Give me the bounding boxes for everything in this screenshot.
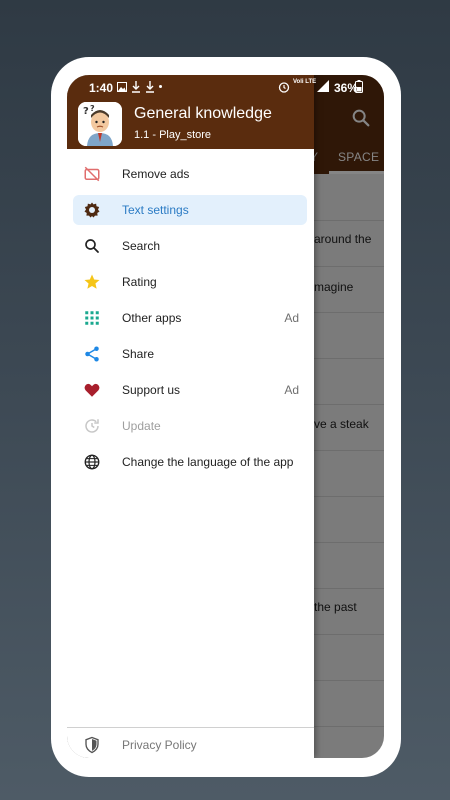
download-icon xyxy=(146,81,154,93)
menu-label: Remove ads xyxy=(122,167,190,181)
star-icon xyxy=(84,274,100,289)
grid-icon xyxy=(85,311,99,325)
app-title: General knowledge xyxy=(134,105,272,122)
menu-label: Change the language of the app xyxy=(122,455,294,469)
menu-item-rating[interactable]: Rating xyxy=(73,267,307,297)
menu-item-share[interactable]: Share xyxy=(73,339,307,369)
menu-label: Support us xyxy=(122,383,181,397)
navigation-drawer: ? ? General knowledge 1.1 - Play_store R… xyxy=(67,75,314,758)
gear-icon xyxy=(84,202,100,218)
menu-label: Search xyxy=(122,239,161,253)
image-icon xyxy=(117,82,127,92)
battery-icon xyxy=(355,80,363,93)
app-version: 1.1 - Play_store xyxy=(134,129,212,141)
no-ads-icon xyxy=(84,166,100,182)
alarm-icon xyxy=(278,82,290,93)
notification-dot xyxy=(159,85,162,88)
menu-label: Text settings xyxy=(122,203,189,217)
menu-item-other-apps[interactable]: Other apps Ad xyxy=(73,303,307,333)
menu-item-change-language[interactable]: Change the language of the app xyxy=(73,447,307,477)
menu-item-search[interactable]: Search xyxy=(73,231,307,261)
heart-icon xyxy=(84,383,100,397)
download-icon xyxy=(132,81,140,93)
menu-label: Share xyxy=(122,347,155,361)
update-icon xyxy=(85,419,99,433)
phone-screen: Y SPACE around the magine ve a steak the… xyxy=(67,75,384,758)
share-icon xyxy=(85,346,99,362)
divider xyxy=(67,727,314,728)
menu-item-remove-ads[interactable]: Remove ads xyxy=(73,159,307,189)
menu-item-privacy-policy[interactable]: Privacy Policy xyxy=(73,731,307,757)
thinking-man-icon: ? ? xyxy=(78,102,122,146)
shield-icon xyxy=(85,736,99,754)
svg-text:?: ? xyxy=(83,106,89,117)
svg-text:?: ? xyxy=(90,104,95,113)
menu-label: Privacy Policy xyxy=(122,738,197,752)
ad-badge: Ad xyxy=(284,383,299,397)
menu-label: Other apps xyxy=(122,311,182,325)
signal-icon xyxy=(317,80,329,92)
app-logo: ? ? xyxy=(78,102,122,146)
ad-badge: Ad xyxy=(284,311,299,325)
menu-item-support-us[interactable]: Support us Ad xyxy=(73,375,307,405)
menu-label: Update xyxy=(122,419,161,433)
menu-label: Rating xyxy=(122,275,157,289)
menu-item-update: Update xyxy=(73,411,307,441)
search-icon xyxy=(85,239,99,253)
network-label: Voli LTE xyxy=(293,79,317,85)
menu-item-text-settings[interactable]: Text settings xyxy=(73,195,307,225)
status-time: 1:40 xyxy=(89,81,114,95)
globe-icon xyxy=(84,454,100,470)
status-bar: 1:40 Voli LTE 36% xyxy=(67,75,384,99)
